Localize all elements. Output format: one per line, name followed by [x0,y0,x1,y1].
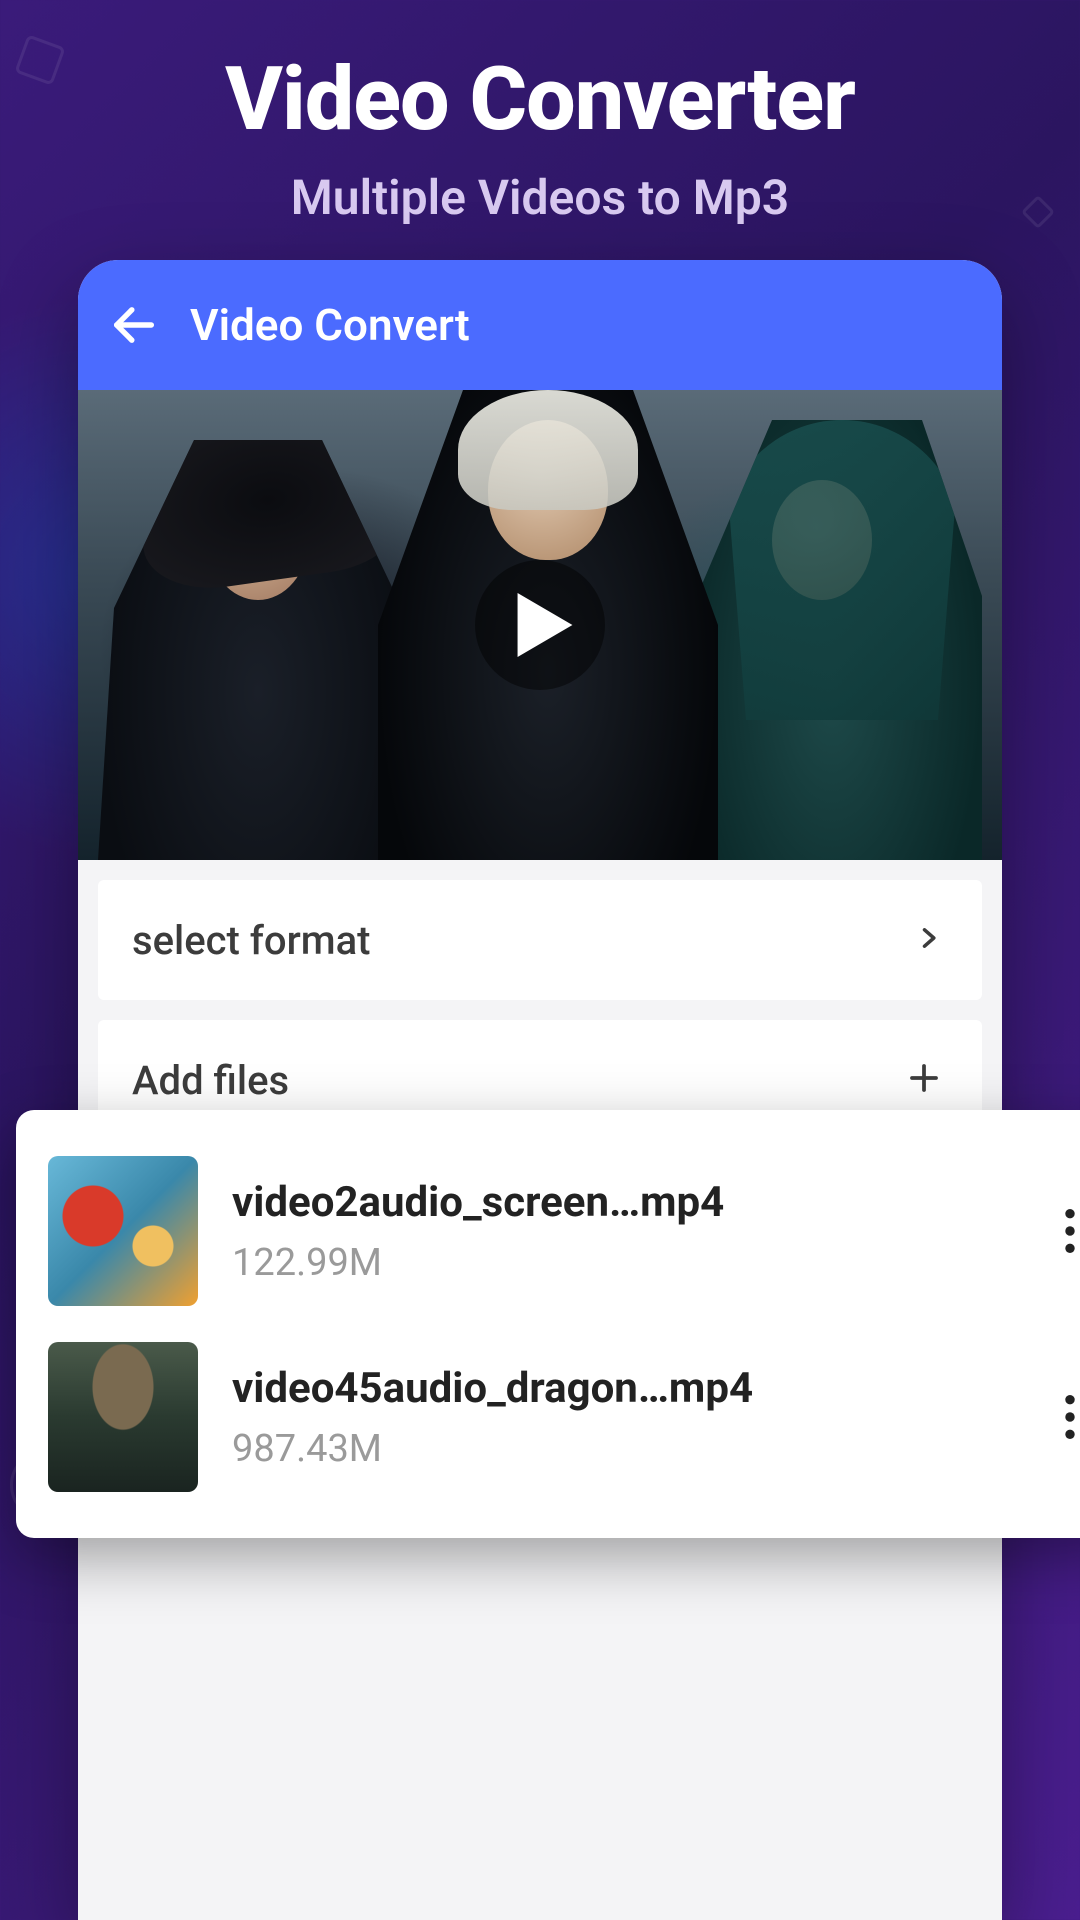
play-icon [517,593,573,657]
appbar-title: Video Convert [190,299,470,351]
video-preview[interactable] [78,390,1002,860]
arrow-left-icon [108,299,160,351]
file-thumbnail [48,1156,198,1306]
chevron-right-icon [914,918,942,962]
file-info: video2audio_screen…mp4 122.99M [232,1178,1012,1285]
file-row[interactable]: video45audio_dragon…mp4 987.43M [38,1324,1080,1510]
add-files-label: Add files [132,1057,289,1104]
more-vertical-icon [1064,1209,1076,1253]
plus-icon [906,1060,942,1100]
file-info: video45audio_dragon…mp4 987.43M [232,1364,1012,1471]
file-thumbnail [48,1342,198,1492]
back-button[interactable] [106,297,162,353]
file-row[interactable]: video2audio_screen…mp4 122.99M [38,1138,1080,1324]
file-size: 122.99M [232,1241,1012,1285]
preview-figure [682,420,982,860]
file-size: 987.43M [232,1427,1012,1471]
play-button[interactable] [475,560,605,690]
file-more-button[interactable] [1046,1209,1080,1253]
select-format-label: select format [132,917,370,964]
file-more-button[interactable] [1046,1395,1080,1439]
phone-frame: Video Convert select format Add files [78,260,1002,1920]
promo-title: Video Converter [0,0,1080,151]
preview-figure [98,440,418,860]
files-card: video2audio_screen…mp4 122.99M video45au… [16,1110,1080,1538]
file-name: video2audio_screen…mp4 [232,1178,1012,1227]
select-format-row[interactable]: select format [98,880,982,1000]
appbar: Video Convert [78,260,1002,390]
more-vertical-icon [1064,1395,1076,1439]
promo-subtitle: Multiple Videos to Mp3 [0,169,1080,226]
file-name: video45audio_dragon…mp4 [232,1364,1012,1413]
